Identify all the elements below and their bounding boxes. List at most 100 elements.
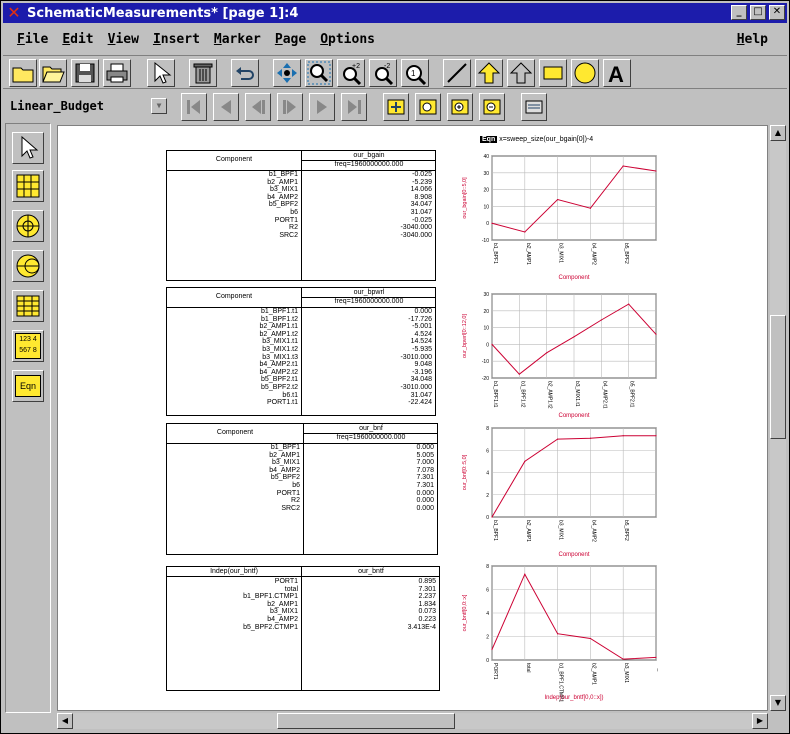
- table-cell-value: -3010.000: [400, 353, 432, 361]
- table-col-values: 0.895 7.301 2.237 1.834 0.073 0.223 3.413E-4: [301, 578, 436, 631]
- zoom-fit-button[interactable]: 1: [401, 59, 429, 87]
- x-tick-label: b1_BPF1: [492, 243, 498, 264]
- menu-help[interactable]: Help: [730, 32, 775, 47]
- list-table-bgain[interactable]: Component our_bgain freq=1960000000.000 …: [166, 150, 436, 281]
- y-tick-label: 0: [486, 515, 489, 521]
- table-cell-name: b3_MIX1: [271, 459, 300, 467]
- zoom-out-view-icon: [483, 99, 501, 115]
- prev-page-button[interactable]: [213, 93, 239, 121]
- zoom-in-view-button[interactable]: [447, 93, 473, 121]
- table-cell-name: b4_AMP2: [267, 193, 298, 201]
- zoom-all-button[interactable]: [383, 93, 409, 121]
- title-bar[interactable]: ✕ SchematicMeasurements* [page 1]:4 _ □ …: [3, 3, 787, 23]
- table-cell-value: 1.834: [418, 600, 436, 608]
- table-cell-value: 0.000: [416, 444, 434, 451]
- menu-marker[interactable]: Marker: [207, 32, 268, 47]
- next-frame-button[interactable]: [277, 93, 303, 121]
- line-tool-button[interactable]: [443, 59, 471, 87]
- vertical-scroll-thumb[interactable]: [770, 315, 786, 439]
- y-tick-label: 8: [486, 426, 489, 432]
- svg-text:1: 1: [411, 69, 416, 78]
- menu-insert[interactable]: Insert: [146, 32, 207, 47]
- next-page-button[interactable]: [309, 93, 335, 121]
- delete-button[interactable]: [189, 59, 217, 87]
- undo-button[interactable]: [231, 59, 259, 87]
- new-button[interactable]: [9, 59, 37, 87]
- table-cell-name: b3_MIX1: [269, 186, 298, 194]
- plot-bpwrl[interactable]: 30 20 10 0 -10 -20b1_BPF1.t1 b1_BPF1.t2 b2_AMP1…: [458, 290, 658, 420]
- y-axis-label: our_bntf[0,0::x]: [462, 594, 468, 631]
- palette-stack-plot-button[interactable]: [12, 290, 44, 322]
- horizontal-scrollbar[interactable]: ◀ ▶: [57, 713, 768, 729]
- polyline-tool-button[interactable]: [507, 59, 535, 87]
- table-cell-value: -5.001: [412, 323, 432, 331]
- zoom-in-button[interactable]: +2: [337, 59, 365, 87]
- zoom-page-button[interactable]: [415, 93, 441, 121]
- palette-equation-button[interactable]: Eqn: [12, 370, 44, 402]
- first-page-button[interactable]: [181, 93, 207, 121]
- close-button[interactable]: ✕: [769, 5, 785, 20]
- palette-polar-plot-button[interactable]: [12, 210, 44, 242]
- data-point: [622, 165, 624, 167]
- ellipse-tool-button[interactable]: [571, 59, 599, 87]
- list-table-bpwrl[interactable]: Component our_bpwrl freq=1960000000.000 …: [166, 287, 436, 416]
- list-table-bntf[interactable]: Indep(our_bntf) our_bntf PORT1 total b1_BP…: [166, 566, 440, 691]
- scroll-left-icon[interactable]: ◀: [57, 713, 73, 729]
- maximize-button[interactable]: □: [750, 5, 766, 20]
- palette-list-button[interactable]: 123 4 567 8: [12, 330, 44, 362]
- plot-bnf[interactable]: 8 6 4 2 0b1_BPF1 b2_AMP1 b3_MIX1 b4_AMP2 b5_BPF2…: [458, 424, 658, 559]
- page-canvas[interactable]: Eqn x=sweep_size(our_bgain[0])-4 Compone…: [57, 125, 768, 711]
- menu-view[interactable]: View: [101, 32, 146, 47]
- palette-select-button[interactable]: [12, 132, 44, 164]
- text-tool-button[interactable]: A: [603, 59, 631, 87]
- x-tick-label: b5_BPF2.t1: [629, 381, 635, 408]
- select-tool-button[interactable]: [147, 59, 175, 87]
- plot-bgain[interactable]: 40 30 20 10 0 -10b1_BPF1 b2_AMP1 b3_MIX1 b4_AMP2…: [458, 152, 658, 282]
- menu-bar: File Edit View Insert Marker Page Option…: [3, 27, 787, 51]
- print-button[interactable]: [103, 59, 131, 87]
- menu-edit[interactable]: Edit: [55, 32, 100, 47]
- palette-rect-plot-button[interactable]: [12, 170, 44, 202]
- zoom-out-button[interactable]: -2: [369, 59, 397, 87]
- table-cell-name: SRC2: [279, 231, 298, 239]
- table-cell-value: -17.726: [408, 315, 432, 323]
- rf-data-button[interactable]: [521, 93, 547, 121]
- x-tick-label: b1_BPF1.t1: [492, 381, 498, 408]
- polygon-tool-button[interactable]: [475, 59, 503, 87]
- prev-frame-button[interactable]: [245, 93, 271, 121]
- data-point: [524, 231, 526, 233]
- palette-smith-chart-button[interactable]: [12, 250, 44, 282]
- menu-page[interactable]: Page: [268, 32, 313, 47]
- table-cell-value: 7.000: [416, 459, 434, 467]
- x-tick-label: b5_BPF2: [623, 243, 629, 264]
- zoom-area-button[interactable]: [305, 59, 333, 87]
- scroll-down-icon[interactable]: ▼: [770, 695, 786, 711]
- list-table-bnf[interactable]: Component our_bnf freq=1960000000.000 b1…: [166, 423, 438, 555]
- plot-bntf[interactable]: 86420PORT1 total b1_BPF1.CTMP1 b2_AMP1 b3_MI…: [458, 562, 658, 702]
- data-point: [491, 648, 493, 651]
- zoom-out-view-button[interactable]: [479, 93, 505, 121]
- x-logo-icon: ✕: [7, 3, 21, 22]
- scroll-right-icon[interactable]: ▶: [752, 713, 768, 729]
- open-button[interactable]: [39, 59, 67, 87]
- last-page-button[interactable]: [341, 93, 367, 121]
- template-select[interactable]: Linear_Budget ▼: [7, 94, 167, 118]
- chevron-down-icon[interactable]: ▼: [151, 98, 167, 114]
- data-point: [573, 336, 575, 338]
- save-button[interactable]: [71, 59, 99, 87]
- equation-label[interactable]: Eqn x=sweep_size(our_bgain[0])-4: [480, 136, 593, 143]
- menu-file[interactable]: File: [3, 32, 55, 47]
- minimize-button[interactable]: _: [731, 5, 747, 20]
- horizontal-scroll-thumb[interactable]: [277, 713, 455, 729]
- move-button[interactable]: [273, 59, 301, 87]
- arrow-shape-icon: [477, 62, 501, 84]
- last-page-icon: [348, 100, 361, 114]
- menu-options[interactable]: Options: [313, 32, 382, 47]
- next-page-icon: [317, 100, 327, 114]
- move-arrows-icon: [277, 63, 297, 83]
- scroll-up-icon[interactable]: ▲: [770, 125, 786, 141]
- app-window: ✕ SchematicMeasurements* [page 1]:4 _ □ …: [0, 0, 790, 734]
- data-point: [655, 656, 657, 658]
- rectangle-tool-button[interactable]: [539, 59, 567, 87]
- vertical-scrollbar[interactable]: ▲ ▼: [770, 125, 786, 711]
